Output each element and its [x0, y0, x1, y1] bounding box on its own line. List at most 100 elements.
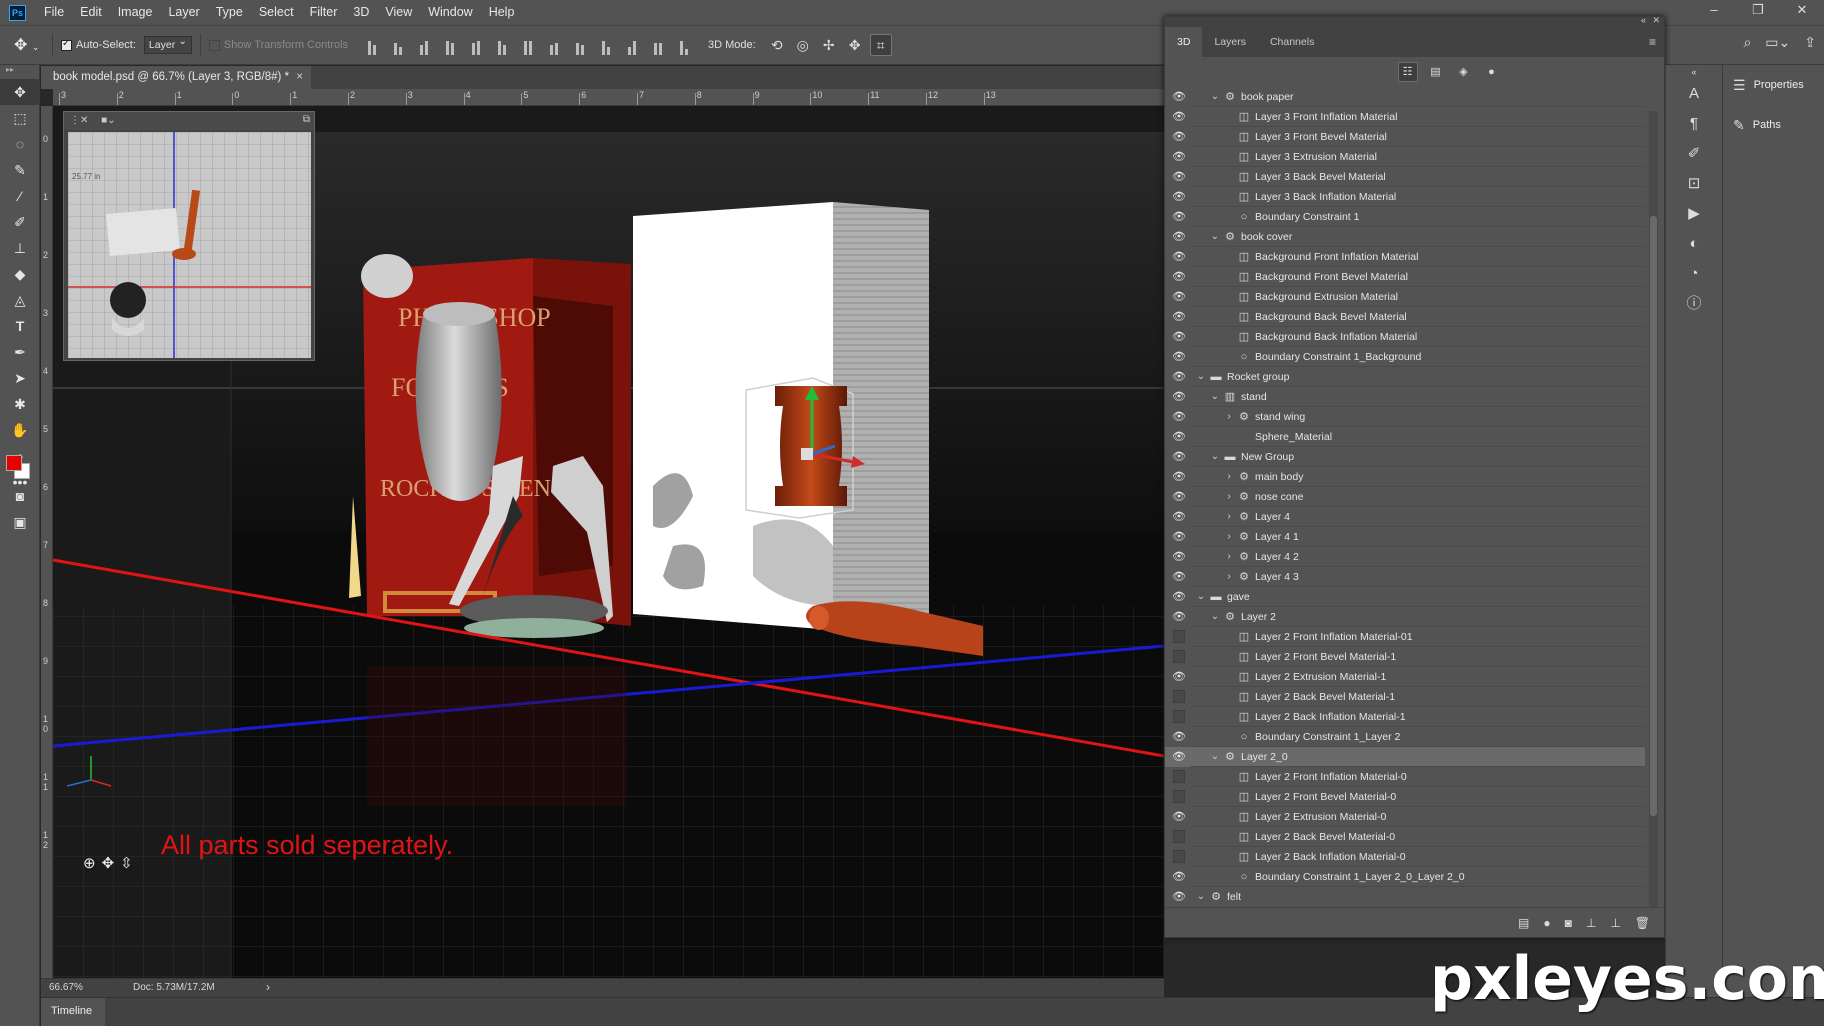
visibility-eye-icon[interactable]: 👁 — [1171, 367, 1187, 387]
scene-tree-row[interactable]: ◫ Layer 2 Front Inflation Material-01 — [1165, 627, 1645, 647]
lasso-tool-icon[interactable]: ◌ — [0, 131, 40, 157]
distribute-bottom-icon[interactable] — [570, 35, 590, 55]
collapse-chevron-icon[interactable]: ⌄ — [1209, 227, 1221, 247]
visibility-eye-icon[interactable]: 👁 — [1171, 467, 1187, 487]
scene-tree-row[interactable]: 👁 › ⚙ Layer 4 3 — [1165, 567, 1645, 587]
scene-tree-row[interactable]: 👁 ⌄ ▬ Rocket group — [1165, 367, 1645, 387]
zoom-level[interactable]: 66.67% — [49, 982, 83, 993]
scene-tree-row[interactable]: ◫ Layer 2 Front Inflation Material-0 — [1165, 767, 1645, 787]
tab-3d[interactable]: 3D — [1165, 27, 1203, 57]
visibility-eye-icon[interactable]: 👁 — [1171, 287, 1187, 307]
scene-tree-row[interactable]: 👁 › ⚙ Layer 4 1 — [1165, 527, 1645, 547]
align-left-icon[interactable] — [440, 35, 460, 55]
visibility-eye-icon[interactable]: 👁 — [1171, 207, 1187, 227]
align-hcenter-icon[interactable] — [466, 35, 486, 55]
visibility-toggle-off[interactable] — [1173, 630, 1185, 643]
visibility-eye-icon[interactable]: 👁 — [1171, 567, 1187, 587]
collapse-chevron-icon[interactable]: ⌄ — [1195, 367, 1207, 387]
visibility-eye-icon[interactable]: 👁 — [1171, 487, 1187, 507]
quick-select-tool-icon[interactable]: ✎ — [0, 157, 40, 183]
scene-tree-row[interactable]: 👁 ◫ Layer 3 Front Bevel Material — [1165, 127, 1645, 147]
expand-chevron-icon[interactable]: › — [1223, 547, 1235, 567]
scene-tree-row[interactable]: ◫ Layer 2 Back Inflation Material-1 — [1165, 707, 1645, 727]
menu-image[interactable]: Image — [110, 0, 161, 25]
type-tool-icon[interactable]: T — [0, 313, 40, 339]
move-to-ground-icon[interactable]: ⊥ — [1586, 916, 1596, 930]
close-secondary-view-icon[interactable]: ⋮✕ — [70, 115, 88, 126]
pan-camera-icon[interactable]: ✥ — [102, 854, 115, 872]
render-icon[interactable]: ▤ — [1518, 916, 1529, 930]
scene-tree-row[interactable]: 👁 › ⚙ stand wing — [1165, 407, 1645, 427]
collapse-chevron-icon[interactable]: ⌄ — [1195, 887, 1207, 901]
visibility-toggle-off[interactable] — [1173, 770, 1185, 783]
auto-select-dropdown[interactable]: Layer — [143, 36, 192, 54]
share-icon[interactable]: ⇪ — [1804, 34, 1816, 51]
character-panel-icon[interactable]: A — [1666, 79, 1722, 109]
swap-view-icon[interactable]: ⧉ — [303, 114, 310, 125]
scene-tree-row[interactable]: ◫ Layer 2 Front Bevel Material-0 — [1165, 787, 1645, 807]
visibility-eye-icon[interactable]: 👁 — [1171, 727, 1187, 747]
scene-tree-row[interactable]: 👁 ⌄ ⚙ felt — [1165, 887, 1645, 901]
visibility-eye-icon[interactable]: 👁 — [1171, 307, 1187, 327]
menu-type[interactable]: Type — [208, 0, 251, 25]
scene-tree-row[interactable]: 👁 › ⚙ nose cone — [1165, 487, 1645, 507]
histogram-icon[interactable]: ◔ — [1666, 259, 1722, 289]
delete-icon[interactable]: 🗑 — [1635, 916, 1650, 930]
scene-tree-row[interactable]: 👁 › ⚙ main body — [1165, 467, 1645, 487]
show-transform-checkbox[interactable] — [208, 39, 220, 51]
properties-panel-button[interactable]: ☰ Properties — [1723, 65, 1824, 105]
collapse-chevron-icon[interactable]: ⌄ — [1209, 447, 1221, 467]
lights-filter-icon[interactable]: ● — [1482, 62, 1502, 82]
actions-panel-icon[interactable]: ▶ — [1666, 199, 1722, 229]
scene-tree-row[interactable]: 👁 ○ Boundary Constraint 1_Layer 2 — [1165, 727, 1645, 747]
paragraph-panel-icon[interactable]: ¶ — [1666, 109, 1722, 139]
adjustments-icon[interactable]: ◐ — [1666, 229, 1722, 259]
align-vcenter-icon[interactable] — [388, 35, 408, 55]
scene-tree-row[interactable]: 👁 ⌄ ▬ New Group — [1165, 447, 1645, 467]
auto-align-icon[interactable] — [674, 35, 694, 55]
collapse-chevron-icon[interactable]: ⌄ — [1209, 607, 1221, 627]
layer-comps-icon[interactable]: ⊡ — [1666, 169, 1722, 199]
close-tab-icon[interactable]: × — [296, 66, 303, 89]
visibility-eye-icon[interactable]: 👁 — [1171, 147, 1187, 167]
menu-file[interactable]: File — [36, 0, 72, 25]
dolly-camera-icon[interactable]: ⇳ — [120, 854, 133, 872]
menu-filter[interactable]: Filter — [302, 0, 346, 25]
visibility-eye-icon[interactable]: 👁 — [1171, 547, 1187, 567]
eraser-tool-icon[interactable]: ◆ — [0, 261, 40, 287]
expand-chevron-icon[interactable]: › — [1223, 467, 1235, 487]
visibility-toggle-off[interactable] — [1173, 830, 1185, 843]
path-select-tool-icon[interactable]: ➤ — [0, 365, 40, 391]
distribute-hcenter-icon[interactable] — [622, 35, 642, 55]
visibility-eye-icon[interactable]: 👁 — [1171, 887, 1187, 901]
expand-chevron-icon[interactable]: › — [1223, 487, 1235, 507]
menu-select[interactable]: Select — [251, 0, 302, 25]
document-canvas[interactable]: PHOTOSHOP FOR KIDS ROCKET SCIENCE — [53, 106, 1164, 986]
quick-mask-icon[interactable]: ◙ — [0, 483, 40, 509]
visibility-eye-icon[interactable]: 👁 — [1171, 107, 1187, 127]
scene-tree-row[interactable]: ◫ Layer 2 Back Bevel Material-0 — [1165, 827, 1645, 847]
visibility-eye-icon[interactable]: 👁 — [1171, 447, 1187, 467]
scrollbar-thumb[interactable] — [1650, 216, 1657, 816]
screen-mode-icon[interactable]: ▣ — [0, 509, 40, 535]
collapse-toolbar-icon[interactable]: ▸▸ — [0, 65, 39, 79]
collapse-panel-icon[interactable]: « — [1641, 15, 1646, 25]
visibility-eye-icon[interactable]: 👁 — [1171, 347, 1187, 367]
visibility-eye-icon[interactable]: 👁 — [1171, 527, 1187, 547]
paint-bucket-tool-icon[interactable]: ◬ — [0, 287, 40, 313]
visibility-eye-icon[interactable]: 👁 — [1171, 807, 1187, 827]
scene-tree-row[interactable]: 👁 ◫ Layer 2 Extrusion Material-0 — [1165, 807, 1645, 827]
scale-3d-icon[interactable]: ⌗ — [869, 34, 892, 56]
scene-tree-row[interactable]: ◫ Layer 2 Back Inflation Material-0 — [1165, 847, 1645, 867]
scene-tree-row[interactable]: 👁 ⌄ ⚙ book paper — [1165, 87, 1645, 107]
visibility-eye-icon[interactable]: 👁 — [1171, 267, 1187, 287]
expand-chevron-icon[interactable]: › — [1223, 507, 1235, 527]
marquee-tool-icon[interactable]: ⬚ — [0, 105, 40, 131]
visibility-toggle-off[interactable] — [1173, 650, 1185, 663]
unlink-icon[interactable]: ⊥ — [1610, 916, 1620, 930]
collapse-chevron-icon[interactable]: ⌄ — [1209, 387, 1221, 407]
visibility-eye-icon[interactable]: 👁 — [1171, 387, 1187, 407]
move-tool-icon[interactable]: ✥ — [0, 79, 40, 105]
scene-tree-row[interactable]: 👁 › ⚙ Layer 4 2 — [1165, 547, 1645, 567]
timeline-tab[interactable]: Timeline — [41, 998, 105, 1026]
